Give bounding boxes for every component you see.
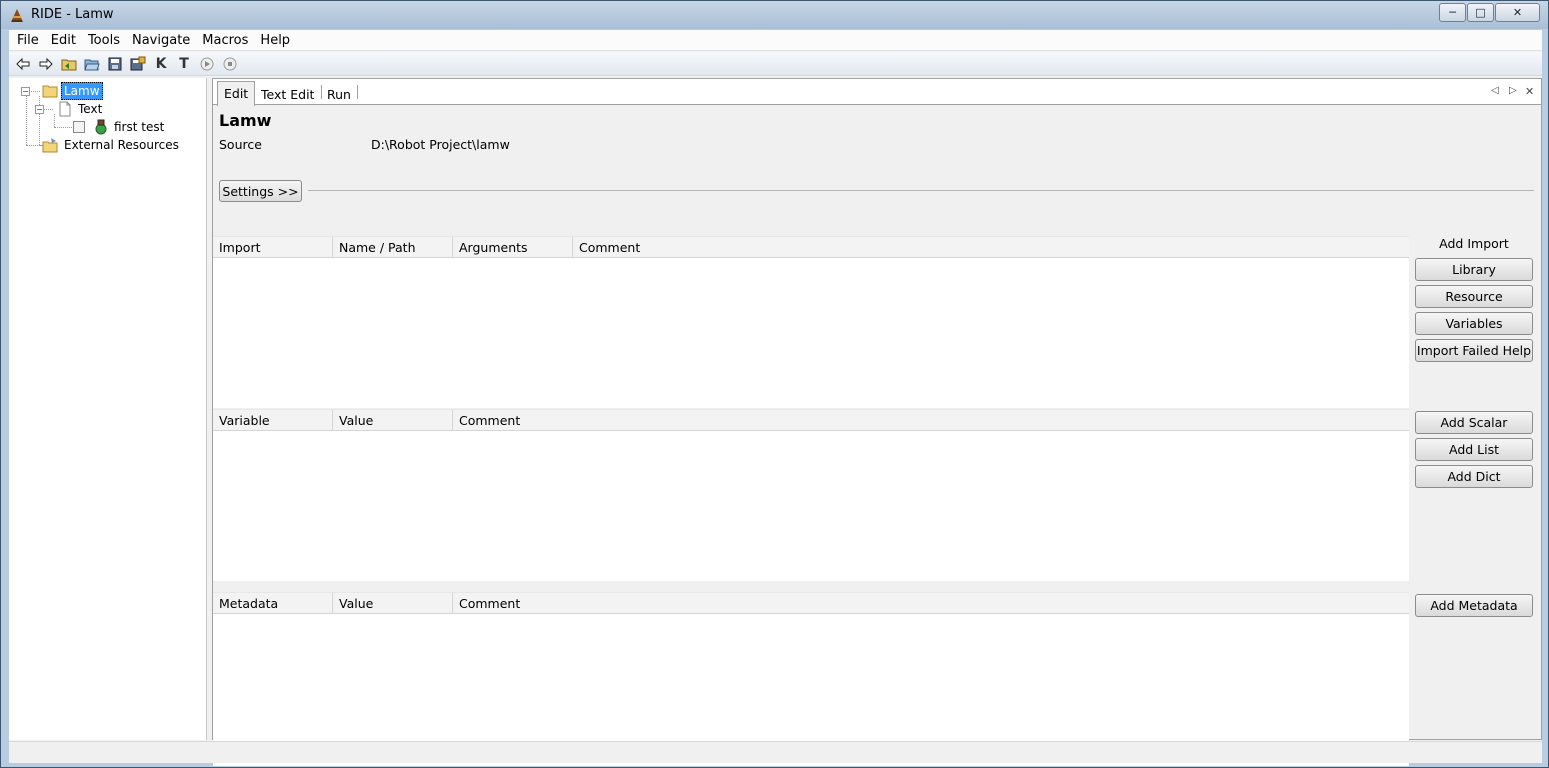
editor-tabs: Edit Text Edit Run ◁ ▷ ✕ — [213, 79, 1541, 106]
menu-macros[interactable]: Macros — [196, 33, 254, 48]
tab-scroll-left-icon[interactable]: ◁ — [1491, 85, 1499, 96]
status-bar — [9, 741, 1542, 763]
source-path: D:\Robot Project\lamw — [371, 137, 510, 152]
menu-tools[interactable]: Tools — [82, 33, 126, 48]
keyword-search-icon[interactable]: K — [150, 54, 172, 74]
add-metadata-button[interactable]: Add Metadata — [1415, 594, 1533, 617]
folder-icon — [42, 85, 58, 98]
tab-close-icon[interactable]: ✕ — [1525, 85, 1534, 98]
tree-label-external: External Resources — [64, 138, 179, 152]
open-folder-icon[interactable] — [81, 54, 103, 74]
resources-folder-icon — [42, 138, 58, 153]
keyword-glyph: K — [155, 55, 167, 72]
add-scalar-button[interactable]: Add Scalar — [1415, 411, 1533, 434]
back-icon[interactable] — [12, 54, 34, 74]
menu-file[interactable]: File — [11, 33, 45, 48]
ride-logo-icon — [11, 9, 23, 22]
tab-scroll-right-icon[interactable]: ▷ — [1509, 85, 1517, 96]
tab-text-edit-label: Text Edit — [261, 87, 315, 102]
test-checkbox[interactable] — [73, 121, 85, 133]
import-table-header: Import Name / Path Arguments Comment — [213, 236, 1409, 258]
add-variables-button[interactable]: Variables — [1415, 312, 1533, 335]
run-icon[interactable] — [196, 54, 218, 74]
test-search-icon[interactable]: T — [173, 54, 195, 74]
menu-navigate[interactable]: Navigate — [126, 33, 196, 48]
add-dict-button[interactable]: Add Dict — [1415, 465, 1533, 488]
metadata-table-header: Metadata Value Comment — [213, 592, 1409, 614]
window-title: RIDE - Lamw — [31, 7, 114, 22]
add-import-label: Add Import — [1439, 236, 1509, 251]
tab-text-edit[interactable]: Text Edit — [255, 83, 320, 105]
column-header: Import — [213, 237, 333, 258]
source-label: Source — [219, 137, 262, 152]
settings-divider — [308, 190, 1534, 191]
column-header: Name / Path — [333, 237, 453, 258]
settings-toggle-button[interactable]: Settings >> — [219, 180, 302, 202]
save-icon[interactable] — [104, 54, 126, 74]
metadata-table[interactable]: Metadata Value Comment — [213, 592, 1409, 766]
column-header: Comment — [579, 240, 641, 255]
minimize-icon: ─ — [1449, 6, 1456, 19]
tab-edit-label: Edit — [224, 86, 249, 101]
tree-item-root[interactable]: Lamw — [42, 82, 103, 100]
add-resource-button[interactable]: Resource — [1415, 285, 1533, 308]
test-glyph: T — [179, 55, 189, 72]
import-failed-help-button[interactable]: Import Failed Help — [1415, 339, 1533, 362]
file-icon — [59, 101, 71, 117]
page-title: Lamw — [219, 111, 272, 130]
tree-label-root: Lamw — [61, 82, 103, 100]
client-area: File Edit Tools Navigate Macros Help K T… — [9, 30, 1542, 766]
tab-edit[interactable]: Edit — [217, 81, 256, 106]
tree-item-test[interactable]: first test — [73, 118, 166, 136]
editor-panel: Edit Text Edit Run ◁ ▷ ✕ Lamw Source D:\… — [212, 78, 1542, 766]
close-icon: ✕ — [1512, 6, 1523, 19]
open-directory-icon[interactable] — [58, 54, 80, 74]
collapse-root-toggle[interactable]: − — [21, 87, 30, 96]
maximize-button[interactable]: □ — [1467, 3, 1494, 22]
robot-test-icon — [95, 119, 107, 135]
menu-help[interactable]: Help — [254, 33, 296, 48]
variable-table-header: Variable Value Comment — [213, 409, 1409, 431]
project-tree: − − Lamw Text first test External Resour… — [9, 78, 207, 740]
column-header: Metadata — [213, 593, 333, 614]
forward-icon[interactable] — [35, 54, 57, 74]
tab-run[interactable]: Run — [321, 83, 357, 105]
collapse-suite-toggle[interactable]: − — [35, 105, 44, 114]
add-list-button[interactable]: Add List — [1415, 438, 1533, 461]
column-header: Value — [333, 593, 453, 614]
variable-table[interactable]: Variable Value Comment — [213, 409, 1409, 581]
import-table[interactable]: Import Name / Path Arguments Comment — [213, 236, 1409, 408]
title-bar[interactable]: RIDE - Lamw ─ □ ✕ — [1, 1, 1548, 29]
maximize-icon: □ — [1475, 6, 1486, 19]
toolbar: K T — [9, 52, 1542, 76]
column-header: Comment — [459, 413, 521, 428]
tree-item-external-resources[interactable]: External Resources — [42, 136, 181, 154]
column-header: Variable — [213, 410, 333, 431]
menu-edit[interactable]: Edit — [45, 33, 82, 48]
column-header: Arguments — [453, 237, 573, 258]
tree-item-suite[interactable]: Text — [58, 100, 104, 118]
add-library-button[interactable]: Library — [1415, 258, 1533, 281]
save-all-icon[interactable] — [127, 54, 149, 74]
stop-icon[interactable] — [219, 54, 241, 74]
tree-label-suite: Text — [78, 102, 103, 116]
tree-label-test: first test — [114, 120, 165, 134]
tab-run-label: Run — [327, 87, 351, 102]
column-header: Value — [333, 410, 453, 431]
tab-separator — [357, 85, 358, 99]
column-header: Comment — [459, 596, 521, 611]
app-window: RIDE - Lamw ─ □ ✕ File Edit Tools Naviga… — [0, 0, 1549, 768]
menu-bar: File Edit Tools Navigate Macros Help — [9, 30, 1542, 51]
close-window-button[interactable]: ✕ — [1495, 3, 1540, 22]
minimize-button[interactable]: ─ — [1439, 3, 1466, 22]
